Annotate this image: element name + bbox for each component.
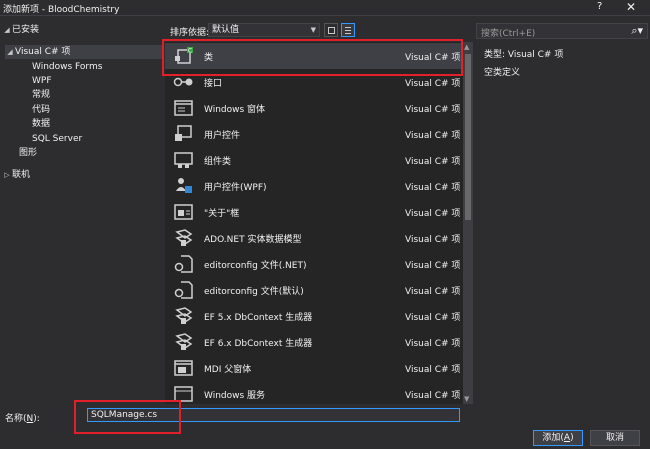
add-button[interactable]: 添加(A)	[533, 430, 583, 446]
cancel-button[interactable]: 取消	[590, 430, 640, 446]
collapse-arrow-icon[interactable]: ◢	[5, 45, 15, 59]
grid-view-icon	[328, 27, 335, 34]
list-item-ef5-dbcontext[interactable]: EF 5.x DbContext 生成器 Visual C# 项	[165, 303, 461, 329]
list-item-windows-service[interactable]: Windows 服务 Visual C# 项	[165, 381, 461, 404]
template-list: C 类 Visual C# 项 接口 Visual C# 项 Windows 窗…	[165, 42, 465, 404]
title-bar: 添加新项 - BloodChemistry ? ✕	[0, 0, 650, 16]
tree-node-general[interactable]: 常规	[32, 88, 50, 102]
form-icon	[173, 98, 195, 118]
close-button[interactable]: ✕	[626, 0, 636, 14]
list-item-mdi-parent-form[interactable]: MDI 父窗体 Visual C# 项	[165, 355, 461, 381]
data-model-icon	[173, 228, 195, 248]
highlight-box-name-input	[74, 400, 181, 434]
collapse-arrow-icon[interactable]: ◢	[2, 23, 12, 37]
tree-node-wpf[interactable]: WPF	[32, 74, 52, 88]
tree-node-sql-server[interactable]: SQL Server	[32, 132, 82, 146]
search-box[interactable]: 搜索(Ctrl+E) ⌕▾	[476, 23, 648, 39]
tree-node-code[interactable]: 代码	[32, 103, 50, 117]
list-item-windows-form[interactable]: Windows 窗体 Visual C# 项	[165, 95, 461, 121]
expand-arrow-icon[interactable]: ▷	[2, 168, 12, 182]
tree-node-visual-cs[interactable]: ◢ Visual C# 项	[5, 45, 162, 59]
type-label: 类型:	[484, 50, 506, 60]
dbcontext-icon	[173, 306, 195, 326]
scroll-thumb[interactable]	[465, 54, 471, 220]
list-item-user-control[interactable]: 用户控件 Visual C# 项	[165, 121, 461, 147]
type-value: Visual C# 项	[507, 50, 564, 60]
config-file-icon	[173, 280, 195, 300]
list-item-component[interactable]: 组件类 Visual C# 项	[165, 147, 461, 173]
list-item-editorconfig-default[interactable]: editorconfig 文件(默认) Visual C# 项	[165, 277, 461, 303]
name-label: 名称(N):	[5, 414, 40, 424]
list-view-button[interactable]	[341, 23, 355, 37]
sort-value: 默认值	[212, 25, 240, 35]
list-item-about-box[interactable]: "关于"框 Visual C# 项	[165, 199, 461, 225]
wpf-user-control-icon	[173, 176, 195, 196]
tree-node-online[interactable]: ▷ 联机	[2, 168, 30, 182]
highlight-box-class-item	[162, 39, 463, 76]
component-icon	[173, 150, 195, 170]
chevron-down-icon: ▼	[310, 26, 316, 34]
list-item-ef6-dbcontext[interactable]: EF 6.x DbContext 生成器 Visual C# 项	[165, 329, 461, 355]
help-button[interactable]: ?	[597, 1, 602, 12]
tree-node-windows-forms[interactable]: Windows Forms	[32, 60, 102, 74]
list-item-wpf-user-control[interactable]: 用户控件(WPF) Visual C# 项	[165, 173, 461, 199]
scroll-up-icon[interactable]: ▲	[464, 43, 469, 51]
sort-label: 排序依据:	[170, 28, 210, 38]
list-scrollbar[interactable]: ▲ ▼	[463, 42, 473, 404]
grid-view-button[interactable]	[324, 23, 338, 37]
details-pane: 类型: Visual C# 项 空类定义	[484, 47, 564, 78]
about-box-icon	[173, 202, 195, 222]
tree-node-graphics[interactable]: 图形	[19, 146, 37, 160]
search-placeholder: 搜索(Ctrl+E)	[481, 29, 536, 39]
user-control-icon	[173, 124, 195, 144]
search-icon[interactable]: ⌕▾	[631, 24, 643, 38]
item-description: 空类定义	[484, 68, 521, 78]
config-file-icon	[173, 254, 195, 274]
tree-node-data[interactable]: 数据	[32, 117, 50, 131]
list-item-ado-entity-model[interactable]: ADO.NET 实体数据模型 Visual C# 项	[165, 225, 461, 251]
scroll-down-icon[interactable]: ▼	[464, 395, 469, 403]
mdi-form-icon	[173, 358, 195, 378]
sort-dropdown[interactable]: 默认值 ▼	[208, 23, 320, 37]
list-item-editorconfig-dotnet[interactable]: editorconfig 文件(.NET) Visual C# 项	[165, 251, 461, 277]
window-title: 添加新项 - BloodChemistry	[3, 5, 120, 15]
category-tree: ◢ 已安装 ◢ Visual C# 项 Windows Forms WPF 常规 代…	[0, 20, 162, 400]
tree-node-installed[interactable]: ◢ 已安装	[2, 23, 39, 37]
dbcontext-icon	[173, 332, 195, 352]
